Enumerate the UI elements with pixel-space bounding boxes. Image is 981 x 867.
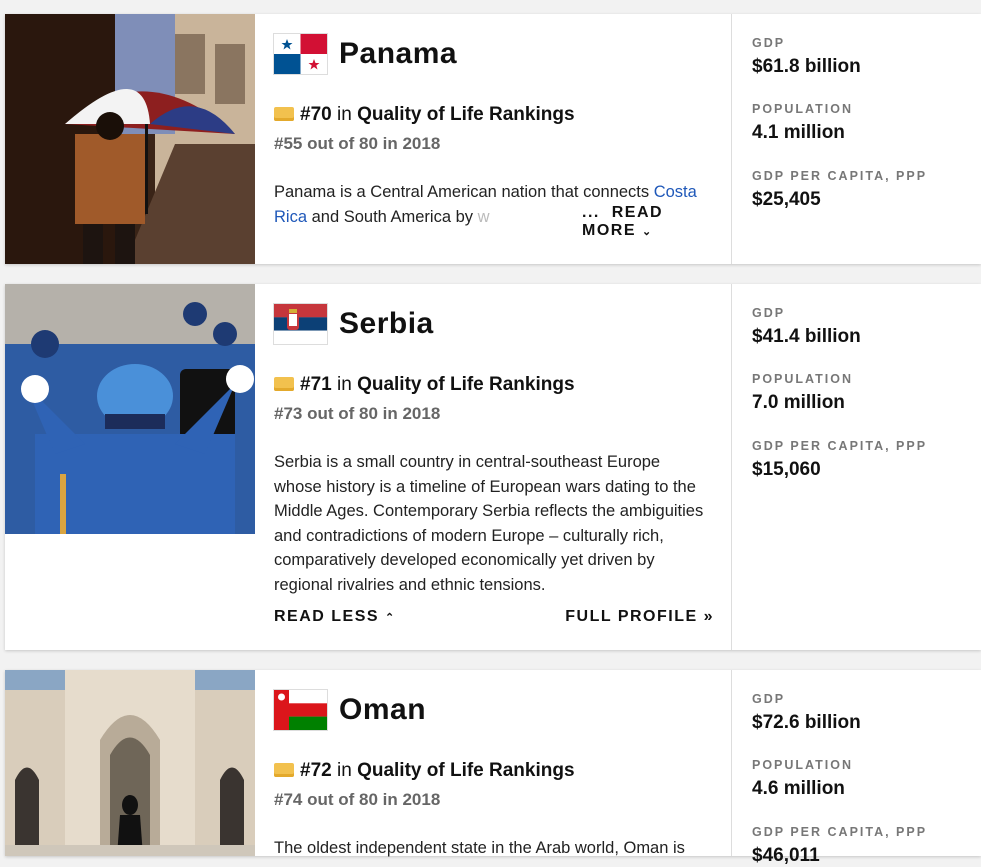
population-value: 7.0 million (752, 392, 845, 413)
rank-in-text: in (336, 104, 352, 125)
population-label: POPULATION (752, 102, 854, 116)
gdp-per-capita-label: GDP PER CAPITA, PPP (752, 439, 928, 453)
panama-flag-icon (274, 34, 327, 74)
rank-number: #71 (300, 374, 332, 395)
chevron-up-icon: ⌃ (385, 612, 396, 624)
country-stats: GDP $41.4 billion POPULATION 7.0 million… (731, 284, 981, 650)
country-card-serbia: Serbia #71 in Quality of Life Rankings #… (5, 284, 981, 650)
country-card-panama: Panama #70 in Quality of Life Rankings #… (5, 14, 981, 264)
population-value: 4.6 million (752, 778, 845, 799)
country-description: Serbia is a small country in central-sou… (274, 453, 704, 594)
gdp-per-capita-value: $25,405 (752, 189, 821, 210)
rank-in-text: in (336, 760, 352, 781)
card-main: Oman #72 in Quality of Life Rankings #74… (274, 670, 714, 857)
gdp-label: GDP (752, 36, 786, 50)
gdp-per-capita-value: $46,011 (752, 845, 820, 866)
serbia-photo[interactable] (5, 284, 255, 534)
card-main: Panama #70 in Quality of Life Rankings #… (274, 14, 714, 264)
rank-line: #71 in Quality of Life Rankings (274, 372, 575, 398)
gdp-per-capita-label: GDP PER CAPITA, PPP (752, 825, 928, 839)
rank-line: #72 in Quality of Life Rankings (274, 758, 575, 784)
gdp-per-capita-label: GDP PER CAPITA, PPP (752, 169, 928, 183)
full-profile-link[interactable]: FULL PROFILE » (565, 608, 714, 626)
country-card-oman: Oman #72 in Quality of Life Rankings #74… (5, 670, 981, 866)
rank-line: #70 in Quality of Life Rankings (274, 102, 575, 128)
gdp-value: $72.6 billion (752, 712, 861, 733)
chevron-down-icon: ⌄ (641, 226, 653, 238)
ranking-badge-icon (274, 763, 294, 777)
gdp-label: GDP (752, 306, 786, 320)
description-fade: w (477, 207, 490, 226)
oman-photo[interactable] (5, 670, 255, 856)
ranking-name-link[interactable]: Quality of Life Rankings (357, 374, 574, 395)
gdp-value: $41.4 billion (752, 326, 861, 347)
oman-flag-icon (274, 690, 327, 730)
previous-rank: #55 out of 80 in 2018 (274, 134, 441, 153)
read-less-label: READ LESS (274, 608, 380, 625)
card-main: Serbia #71 in Quality of Life Rankings #… (274, 284, 714, 650)
ranking-badge-icon (274, 377, 294, 391)
population-label: POPULATION (752, 758, 854, 772)
country-stats: GDP $72.6 billion POPULATION 4.6 million… (731, 670, 981, 866)
country-stats: GDP $61.8 billion POPULATION 4.1 million… (731, 14, 981, 264)
gdp-value: $61.8 billion (752, 56, 861, 77)
ellipsis: ... (582, 204, 600, 221)
ranking-badge-icon (274, 107, 294, 121)
ranking-name-link[interactable]: Quality of Life Rankings (357, 104, 574, 125)
rank-number: #70 (300, 104, 332, 125)
read-more-button[interactable]: ... READ MORE ⌄ (578, 204, 714, 240)
panama-photo[interactable] (5, 14, 255, 264)
description-text-rest: and South America by (307, 207, 478, 226)
description-text: Panama is a Central American nation that… (274, 183, 654, 201)
population-value: 4.1 million (752, 122, 845, 143)
ranking-name-link[interactable]: Quality of Life Rankings (357, 760, 574, 781)
gdp-per-capita-value: $15,060 (752, 459, 821, 480)
rank-number: #72 (300, 760, 332, 781)
gdp-label: GDP (752, 692, 786, 706)
country-name[interactable]: Panama (339, 34, 457, 74)
previous-rank: #74 out of 80 in 2018 (274, 790, 441, 809)
country-description: The oldest independent state in the Arab… (274, 839, 685, 857)
read-less-button[interactable]: READ LESS ⌃ (274, 608, 396, 626)
rank-in-text: in (336, 374, 352, 395)
serbia-flag-icon (274, 304, 327, 344)
population-label: POPULATION (752, 372, 854, 386)
country-name[interactable]: Oman (339, 690, 426, 730)
country-name[interactable]: Serbia (339, 304, 434, 344)
previous-rank: #73 out of 80 in 2018 (274, 404, 441, 423)
